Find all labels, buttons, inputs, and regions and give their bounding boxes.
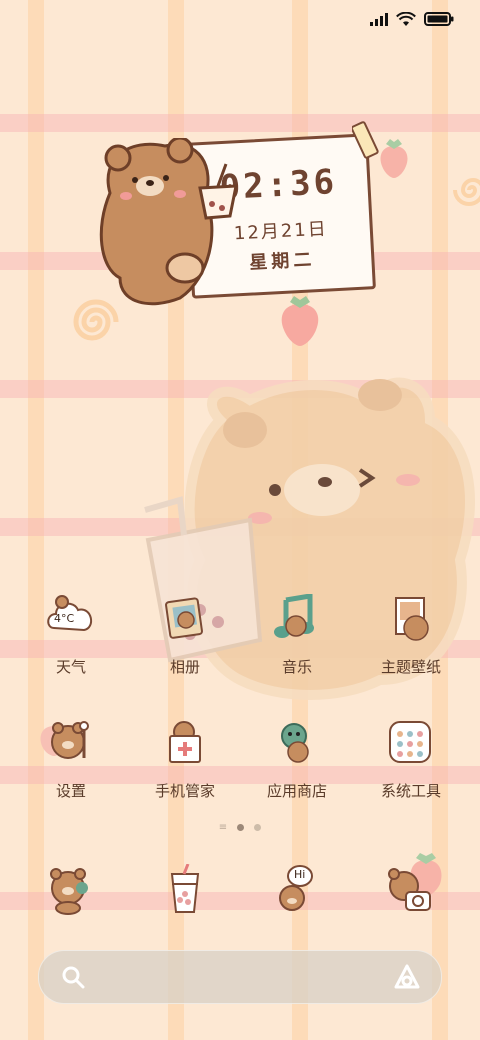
page-list-icon: ≡	[218, 822, 228, 833]
wifi-icon	[396, 11, 416, 26]
page-dot-active	[237, 824, 245, 831]
search-icon[interactable]	[61, 965, 85, 989]
music-icon	[270, 593, 324, 648]
app-label: 音乐	[281, 658, 312, 676]
theme-wallpaper-icon	[384, 594, 438, 648]
app-gallery[interactable]: 相册	[130, 594, 240, 677]
dock-messages[interactable]	[130, 863, 240, 918]
page-indicator[interactable]: ≡	[0, 822, 480, 833]
clock-widget[interactable]: 02:36 12月21日 星期二	[90, 118, 390, 308]
tape-icon	[352, 121, 379, 159]
chat-bubble-text: Hi	[294, 868, 306, 881]
dock-camera[interactable]	[356, 864, 466, 918]
camera-icon	[384, 864, 438, 918]
swirl-decoration	[453, 178, 480, 206]
gallery-icon	[158, 594, 212, 648]
app-label: 相册	[169, 658, 200, 676]
battery-icon	[424, 12, 454, 26]
app-settings[interactable]: 设置	[16, 718, 126, 801]
app-weather[interactable]: 4°C 天气	[16, 594, 126, 677]
signal-icon	[370, 12, 388, 26]
page-dot	[254, 824, 262, 831]
phone-manager-icon	[158, 718, 212, 772]
app-phone-manager[interactable]: 手机管家	[130, 718, 240, 801]
app-theme-wallpaper[interactable]: 主题壁纸	[356, 594, 466, 677]
status-bar	[370, 8, 454, 30]
system-tools-icon	[384, 718, 438, 772]
app-music[interactable]: 音乐	[242, 593, 352, 677]
app-label: 设置	[55, 782, 86, 800]
dock-browser[interactable]: Hi	[242, 864, 352, 918]
assistant-icon[interactable]	[393, 963, 421, 991]
weather-icon: 4°C	[44, 594, 98, 648]
app-label: 主题壁纸	[380, 658, 441, 676]
weather-temp: 4°C	[54, 612, 75, 625]
search-bar[interactable]	[38, 950, 442, 1004]
dock-phone[interactable]	[16, 864, 126, 918]
browser-icon: Hi	[270, 864, 324, 918]
app-store-icon	[270, 718, 324, 772]
app-label: 系统工具	[380, 782, 441, 800]
settings-icon	[44, 718, 98, 772]
messages-icon	[158, 863, 212, 918]
phone-icon	[44, 864, 98, 918]
app-label: 天气	[55, 658, 86, 676]
bear-drinking-icon	[99, 138, 238, 306]
app-system-tools[interactable]: 系统工具	[356, 718, 466, 801]
app-label: 应用商店	[266, 782, 327, 800]
app-store[interactable]: 应用商店	[242, 718, 352, 801]
app-label: 手机管家	[154, 782, 215, 800]
